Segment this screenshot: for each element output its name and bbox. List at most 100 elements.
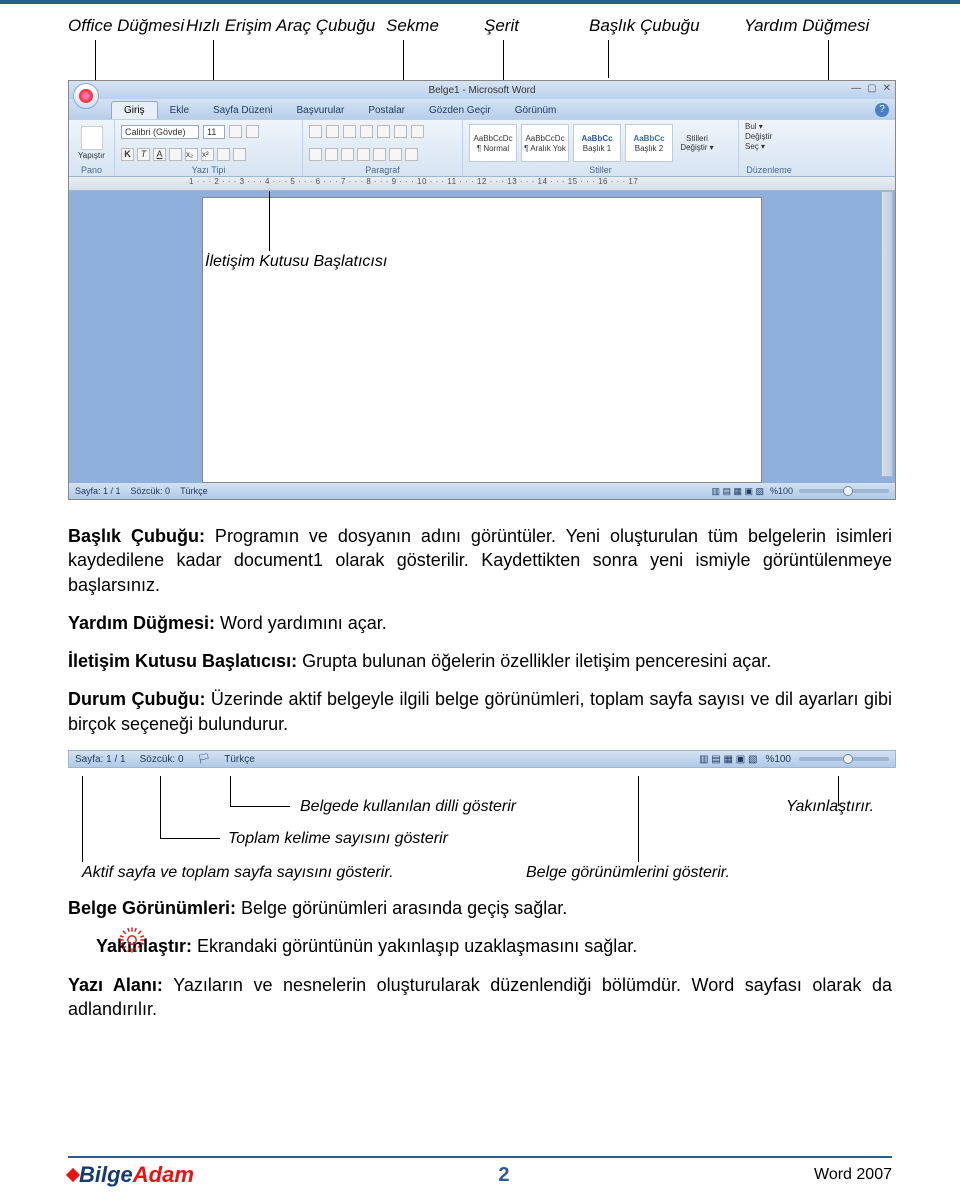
minimize-icon[interactable]: — [851,83,861,94]
status-lang[interactable]: Türkçe [180,486,208,496]
underline-icon[interactable]: A [153,148,166,161]
term-baslik: Başlık Çubuğu: [68,526,205,546]
tab-sayfa-duzeni[interactable]: Sayfa Düzeni [201,102,284,119]
star-bullet-icon [118,926,146,954]
align-right-icon[interactable] [341,148,354,161]
font-color-icon[interactable] [233,148,246,161]
shrink-font-icon[interactable] [246,125,259,138]
status-page[interactable]: Sayfa: 1 / 1 [75,486,121,496]
tab-basvurular[interactable]: Başvurular [285,102,357,119]
page-number: 2 [498,1164,509,1187]
shading-icon[interactable] [389,148,402,161]
title-bar: Belge1 - Microsoft Word — ▢ ✕ [69,81,895,99]
label-titlebar: Başlık Çubuğu [589,16,744,36]
line-spacing-icon[interactable] [373,148,386,161]
status2-lang[interactable]: Türkçe [224,754,255,765]
subscript-icon[interactable]: x₂ [185,148,198,161]
callout-views: Belge görünümlerini gösterir. [526,864,730,882]
select-button[interactable]: Seç ▾ [745,142,765,151]
vertical-scrollbar[interactable] [881,191,893,477]
pilcrow-icon[interactable] [411,125,424,138]
term-iletisim: İletişim Kutusu Başlatıcısı: [68,651,297,671]
highlight-icon[interactable] [217,148,230,161]
document-area: İletişim Kutusu Başlatıcısı [69,191,895,483]
style-baslik2[interactable]: AaBbCcBaşlık 2 [625,124,673,162]
borders-icon[interactable] [405,148,418,161]
close-icon[interactable]: ✕ [883,83,891,94]
tab-giris[interactable]: Giriş [111,101,158,119]
status-zoom[interactable]: %100 [770,486,793,496]
tab-gorunum[interactable]: Görünüm [503,102,569,119]
label-tab: Sekme [386,16,484,36]
list-bullet-icon[interactable] [309,125,322,138]
view-buttons-icon[interactable]: ▥ ▤ ▦ ▣ ▧ [711,486,764,497]
body-text: Başlık Çubuğu: Programın ve dosyanın adı… [68,524,892,736]
term-yazi-alani: Yazı Alanı: [68,975,163,995]
font-name-select[interactable]: Calibri (Gövde) [121,125,199,139]
annotation-lines [68,40,892,80]
grow-font-icon[interactable] [229,125,242,138]
paste-icon[interactable] [81,126,103,150]
replace-button[interactable]: Değiştir [745,132,772,141]
callout-zoom: Yakınlaştırır. [786,798,874,816]
group-paragraf: Paragraf [309,165,456,176]
style-baslik1[interactable]: AaBbCcBaşlık 1 [573,124,621,162]
group-stiller: Stiller [469,165,732,176]
help-button-icon[interactable]: ? [875,103,889,117]
maximize-icon[interactable]: ▢ [867,83,876,94]
title-text: Belge1 - Microsoft Word [428,85,535,96]
status-callouts: Belgede kullanılan dilli gösterir Toplam… [68,776,896,896]
sort-icon[interactable] [394,125,407,138]
align-left-icon[interactable] [309,148,322,161]
ribbon-tabs: Giriş Ekle Sayfa Düzeni Başvurular Posta… [69,99,895,119]
footer-right: Word 2007 [814,1166,892,1184]
status-words[interactable]: Sözcük: 0 [131,486,171,496]
page-footer: BilgeAdam 2 Word 2007 [68,1156,892,1188]
label-ribbon: Şerit [484,16,589,36]
zoom-slider[interactable] [799,489,889,493]
align-center-icon[interactable] [325,148,338,161]
group-yazi: Yazı Tipi [121,165,296,176]
view-buttons2-icon[interactable]: ▥ ▤ ▦ ▣ ▧ [699,754,757,765]
italic-icon[interactable]: T [137,148,150,161]
status2-zoom[interactable]: %100 [765,754,791,765]
body-text-2: Belge Görünümleri: Belge görünümleri ara… [68,896,892,1021]
change-styles-button[interactable]: Stilleri Değiştir ▾ [677,134,717,152]
strike-icon[interactable] [169,148,182,161]
logo: BilgeAdam [68,1162,194,1188]
callout-words: Toplam kelime sayısını gösterir [228,830,448,848]
style-aralik-yok[interactable]: AaBbCcDc¶ Aralık Yok [521,124,569,162]
group-duzenleme: Düzenleme [745,165,793,176]
status-bar-example: Sayfa: 1 / 1 Sözcük: 0 🏳 Türkçe ▥ ▤ ▦ ▣ … [68,750,896,768]
top-annotation-row: Office Düğmesi Hızlı Erişim Araç Çubuğu … [68,16,892,40]
status2-page[interactable]: Sayfa: 1 / 1 [75,754,126,765]
increase-indent-icon[interactable] [377,125,390,138]
list-number-icon[interactable] [326,125,339,138]
callout-lang: Belgede kullanılan dilli gösterir [300,798,516,816]
document-page[interactable] [202,197,762,483]
bold-icon[interactable]: K [121,148,134,161]
word-window: Belge1 - Microsoft Word — ▢ ✕ Giriş Ekle S… [68,80,896,500]
find-button[interactable]: Bul ▾ [745,122,763,131]
tab-postalar[interactable]: Postalar [356,102,417,119]
callout-dialog-launcher: İletişim Kutusu Başlatıcısı [205,253,387,271]
status-bar: Sayfa: 1 / 1 Sözcük: 0 Türkçe ▥ ▤ ▦ ▣ ▧ … [69,483,895,499]
decrease-indent-icon[interactable] [360,125,373,138]
status2-words[interactable]: Sözcük: 0 [140,754,184,765]
label-qat: Hızlı Erişim Araç Çubuğu [186,16,386,36]
callout-page: Aktif sayfa ve toplam sayfa sayısını gös… [82,864,394,882]
term-yardim: Yardım Düğmesi: [68,613,215,633]
list-multilevel-icon[interactable] [343,125,356,138]
justify-icon[interactable] [357,148,370,161]
term-belge-gorunumleri: Belge Görünümleri: [68,898,236,918]
tab-ekle[interactable]: Ekle [158,102,201,119]
font-size-select[interactable]: 11 [203,125,225,139]
label-help: Yardım Düğmesi [744,16,869,36]
office-button-icon[interactable] [73,83,99,109]
style-normal[interactable]: AaBbCcDc¶ Normal [469,124,517,162]
term-durum: Durum Çubuğu: [68,689,205,709]
tab-gozden-gecir[interactable]: Gözden Geçir [417,102,503,119]
superscript-icon[interactable]: x² [201,148,214,161]
zoom-slider2[interactable] [799,757,889,761]
ruler: 1 · · · 2 · · · 3 · · · 4 · · · 5 · · · … [69,177,895,191]
